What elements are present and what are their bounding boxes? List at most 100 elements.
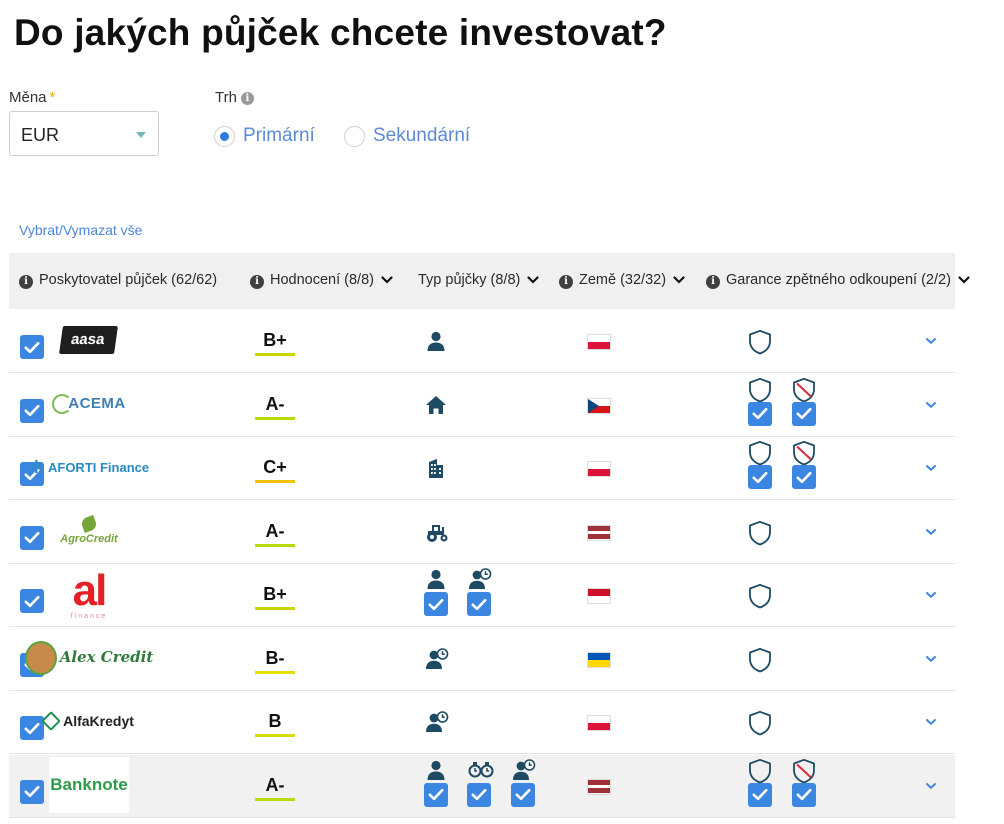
guarantee-checkbox[interactable] <box>748 401 772 426</box>
market-label-text: Trh <box>215 89 237 106</box>
row-checkbox[interactable] <box>20 398 44 423</box>
rating-underline <box>255 734 295 737</box>
header-type[interactable]: Typ půjčky (8/8) <box>418 272 539 288</box>
header-type-label: Typ půjčky (8/8) <box>418 272 521 288</box>
radio-selected <box>214 125 235 147</box>
type-checkbox[interactable] <box>467 782 491 807</box>
type-checkbox[interactable] <box>467 592 491 616</box>
rating-underline <box>255 353 295 356</box>
logo-text: AFORTI Finance <box>47 459 150 475</box>
radio-label: Sekundární <box>373 125 471 146</box>
type-checkbox[interactable] <box>424 782 448 807</box>
table-row[interactable]: aasa B+ <box>9 310 955 373</box>
rating-text: A- <box>265 520 285 541</box>
type-checkbox[interactable] <box>511 782 535 807</box>
required-mark: * <box>49 89 56 106</box>
rating-text: B+ <box>263 330 287 350</box>
rating-badge: A- <box>255 394 295 420</box>
header-rating[interactable]: i Hodnocení (8/8) <box>250 272 393 289</box>
guarantee-checkbox[interactable] <box>748 465 772 489</box>
country-flag-icon <box>587 778 611 795</box>
guarantee-checkbox[interactable] <box>792 465 816 489</box>
logo-text: al <box>72 565 108 615</box>
rating-underline <box>255 670 295 674</box>
expand-row-chevron-icon[interactable] <box>925 332 937 350</box>
person-clock-icon[interactable] <box>468 568 492 595</box>
header-provider[interactable]: i Poskytovatel půjček (62/62) <box>19 272 217 289</box>
row-checkbox[interactable] <box>20 779 44 804</box>
person-clock-icon <box>425 711 449 738</box>
row-checkbox[interactable] <box>20 525 44 550</box>
info-icon[interactable]: i <box>240 92 254 105</box>
market-radio-secondary[interactable]: Sekundární <box>344 125 470 147</box>
caret-down-icon <box>136 132 146 138</box>
person-icon[interactable] <box>425 759 447 786</box>
market-radio-primary[interactable]: Primární <box>214 125 315 147</box>
info-icon: i <box>706 275 720 289</box>
table-row[interactable]: Alex Credit B- <box>9 627 955 691</box>
header-guarantee[interactable]: i Garance zpětného odkoupení (2/2) <box>706 272 970 289</box>
expand-row-chevron-icon[interactable] <box>925 650 937 668</box>
row-checkbox[interactable] <box>20 335 44 359</box>
guarantee-checkbox[interactable] <box>792 401 816 426</box>
building-icon <box>425 457 447 484</box>
logo-text: AgroCredit <box>60 532 118 545</box>
logo-subtext: finance <box>70 612 108 620</box>
rating-underline <box>255 416 295 420</box>
provider-logo: Alex Credit <box>24 630 153 686</box>
tractor-icon <box>425 521 449 548</box>
expand-row-chevron-icon[interactable] <box>925 459 937 477</box>
rating-underline <box>255 607 295 610</box>
logo-text: ACEMA <box>68 395 126 412</box>
market-label: Trh i <box>215 89 254 106</box>
person-clock-icon[interactable] <box>512 758 536 786</box>
rating-underline <box>255 480 295 483</box>
table-row[interactable]: ✲ AFORTI Finance C+ <box>9 437 955 500</box>
table-row[interactable]: ACEMA A- <box>9 373 955 437</box>
rating-underline <box>255 797 295 801</box>
row-checkbox[interactable] <box>20 716 44 740</box>
provider-logo: ACEMA <box>49 376 129 432</box>
chevron-down-icon <box>673 276 685 284</box>
table-row[interactable]: AgroCredit A- <box>9 500 955 564</box>
header-rating-label: Hodnocení (8/8) <box>270 272 374 288</box>
shield-icon <box>748 710 772 741</box>
person-clock-icon <box>425 647 449 675</box>
radio-label: Primární <box>243 125 315 146</box>
rating-badge: A- <box>255 521 295 547</box>
info-icon: i <box>559 275 573 289</box>
select-all-link[interactable]: Vybrat/Vymazat vše <box>19 222 142 238</box>
country-flag-icon <box>587 588 611 604</box>
expand-row-chevron-icon[interactable] <box>925 396 937 414</box>
person-icon[interactable] <box>425 568 447 595</box>
table-row[interactable]: al finance B+ <box>9 564 955 627</box>
guarantee-checkbox[interactable] <box>792 782 816 807</box>
guarantee-checkbox[interactable] <box>748 782 772 807</box>
header-country[interactable]: i Země (32/32) <box>559 272 685 289</box>
row-checkbox[interactable] <box>20 589 44 613</box>
expand-row-chevron-icon[interactable] <box>925 586 937 604</box>
provider-logo: al finance <box>49 566 129 622</box>
table-row[interactable]: Banknote A- <box>9 754 955 818</box>
expand-row-chevron-icon[interactable] <box>925 777 937 795</box>
rating-text: A- <box>265 393 285 414</box>
rating-text: A- <box>265 774 285 795</box>
header-country-label: Země (32/32) <box>579 272 667 288</box>
provider-logo: AgroCredit <box>49 503 129 559</box>
watch-icon[interactable] <box>468 759 494 786</box>
expand-row-chevron-icon[interactable] <box>925 523 937 541</box>
info-icon: i <box>19 275 33 289</box>
house-icon <box>425 394 447 421</box>
rating-underline <box>255 543 295 547</box>
shield-icon <box>748 329 772 360</box>
rating-text: B+ <box>263 584 287 604</box>
country-flag-icon <box>587 461 611 477</box>
rating-badge: B+ <box>255 330 295 356</box>
expand-row-chevron-icon[interactable] <box>925 713 937 731</box>
table-row[interactable]: AlfaKredyt B <box>9 691 955 754</box>
currency-label: Měna * <box>9 89 55 106</box>
rating-text: B <box>268 711 282 731</box>
type-checkbox[interactable] <box>424 592 448 616</box>
provider-logo: ✲ AFORTI Finance <box>28 456 150 477</box>
currency-select[interactable]: EUR <box>9 111 159 156</box>
